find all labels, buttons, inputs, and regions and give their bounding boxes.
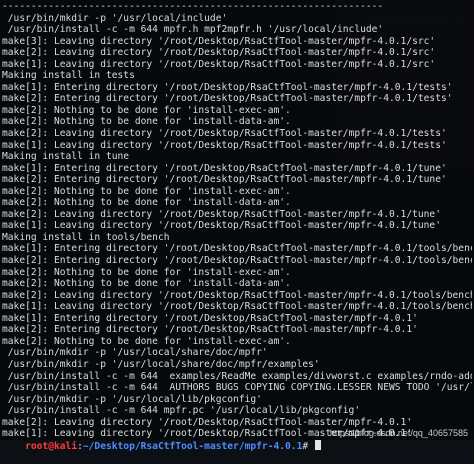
- terminal-line: /usr/bin/mkdir -p '/usr/local/include': [2, 12, 228, 24]
- terminal-line: make[1]: Leaving directory '/root/Deskto…: [2, 58, 436, 70]
- terminal-line: /usr/bin/install -c -m 644 mpfr.pc '/usr…: [2, 405, 361, 417]
- terminal-line: make[2]: Entering directory '/root/Deskt…: [2, 174, 447, 186]
- terminal-line: /usr/bin/mkdir -p '/usr/local/share/doc/…: [2, 358, 320, 370]
- terminal-line: make[1]: Leaving directory '/root/Deskto…: [2, 301, 472, 313]
- terminal-line: make[1]: Leaving directory '/root/Deskto…: [2, 139, 447, 151]
- terminal-line: /usr/bin/install -c -m 644 AUTHORS BUGS …: [2, 382, 472, 394]
- terminal-line: ----------------------------------------…: [2, 1, 384, 12]
- prompt-path: ~/Desktop/RsaCtfTool-master/mpfr-4.0.1: [82, 440, 303, 452]
- terminal-window[interactable]: ----------------------------------------…: [0, 0, 474, 452]
- terminal-line: make[1]: Entering directory '/root/Deskt…: [2, 243, 472, 255]
- terminal-line: make[2]: Entering directory '/root/Deskt…: [2, 255, 472, 267]
- terminal-output: ----------------------------------------…: [2, 1, 472, 440]
- watermark-url: https://blog.csdn.net/qq_40657585: [329, 428, 468, 438]
- terminal-line: make[3]: Leaving directory '/root/Deskto…: [2, 35, 436, 47]
- terminal-line: /usr/bin/mkdir -p '/usr/local/share/doc/…: [2, 347, 268, 359]
- shell-prompt[interactable]: root@kali:~/Desktop/RsaCtfTool-master/mp…: [2, 428, 321, 452]
- prompt-symbol: #: [302, 440, 314, 452]
- terminal-line: make[2]: Nothing to be done for 'install…: [2, 335, 291, 347]
- terminal-line: make[2]: Nothing to be done for 'install…: [2, 278, 291, 290]
- terminal-line: /usr/bin/install -c -m 644 mpfr.h mpf2mp…: [2, 24, 384, 36]
- terminal-line: make[1]: Entering directory '/root/Deskt…: [2, 81, 453, 93]
- text-cursor: [314, 439, 321, 450]
- terminal-line: make[2]: Nothing to be done for 'install…: [2, 197, 291, 209]
- terminal-line: make[2]: Nothing to be done for 'install…: [2, 116, 291, 128]
- terminal-line: make[2]: Nothing to be done for 'install…: [2, 266, 291, 278]
- prompt-user: root@kali: [25, 440, 78, 452]
- terminal-line: /usr/bin/mkdir -p '/usr/local/lib/pkgcon…: [2, 393, 262, 405]
- terminal-line: make[2]: Leaving directory '/root/Deskto…: [2, 208, 441, 220]
- terminal-line: make[2]: Leaving directory '/root/Deskto…: [2, 47, 436, 59]
- terminal-line: make[2]: Leaving directory '/root/Deskto…: [2, 128, 447, 140]
- terminal-line: make[1]: Entering directory '/root/Deskt…: [2, 162, 447, 174]
- terminal-line: /usr/bin/install -c -m 644 examples/Read…: [2, 370, 472, 382]
- terminal-line: make[2]: Entering directory '/root/Deskt…: [2, 93, 453, 105]
- terminal-line: make[2]: Nothing to be done for 'install…: [2, 185, 291, 197]
- terminal-line: make[2]: Leaving directory '/root/Deskto…: [2, 416, 413, 428]
- terminal-line: Making install in tests: [2, 70, 135, 82]
- terminal-line: Making install in tune: [2, 151, 130, 163]
- terminal-line: make[2]: Leaving directory '/root/Deskto…: [2, 289, 472, 301]
- terminal-line: make[2]: Entering directory '/root/Deskt…: [2, 324, 418, 336]
- terminal-line: Making install in tools/bench: [2, 231, 170, 243]
- terminal-line: make[2]: Nothing to be done for 'install…: [2, 104, 291, 116]
- terminal-line: make[1]: Leaving directory '/root/Deskto…: [2, 220, 441, 232]
- terminal-line: make[1]: Entering directory '/root/Deskt…: [2, 312, 418, 324]
